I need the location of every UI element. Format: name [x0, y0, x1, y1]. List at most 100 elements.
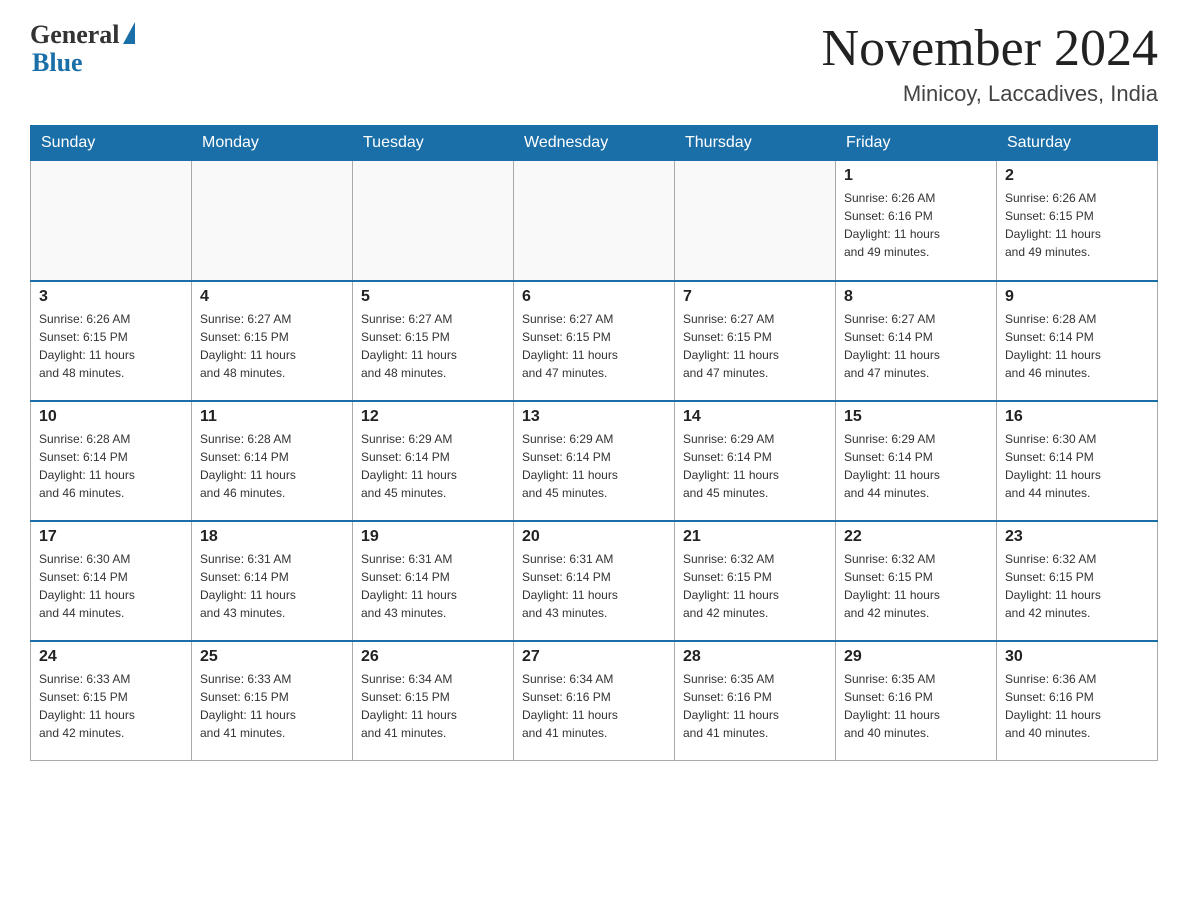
title-area: November 2024 Minicoy, Laccadives, India: [822, 20, 1158, 107]
calendar-week-row: 1 Sunrise: 6:26 AMSunset: 6:16 PMDaylight…: [31, 161, 1158, 281]
table-row: 30Sunrise: 6:36 AMSunset: 6:16 PMDayligh…: [997, 641, 1158, 761]
table-row: 23 Sunrise: 6:32 AMSunset: 6:15 PMDayligh…: [997, 521, 1158, 641]
day-number: 6: [522, 288, 666, 306]
day-number: 18: [200, 528, 344, 546]
day-info: Sunrise: 6:29 AMSunset: 6:14 PMDaylight:…: [844, 430, 988, 502]
table-row: 26 Sunrise: 6:34 AMSunset: 6:15 PMDayligh…: [353, 641, 514, 761]
day-number: 13: [522, 408, 666, 426]
header-monday: Monday: [192, 126, 353, 161]
header-tuesday: Tuesday: [353, 126, 514, 161]
table-row: 6 Sunrise: 6:27 AMSunset: 6:15 PMDaylight…: [514, 281, 675, 401]
day-number: 22: [844, 528, 988, 546]
day-number: 24: [39, 648, 183, 666]
day-info: Sunrise: 6:32 AMSunset: 6:15 PMDaylight:…: [844, 550, 988, 622]
day-number: 10: [39, 408, 183, 426]
day-number: 15: [844, 408, 988, 426]
day-number: 23: [1005, 528, 1149, 546]
table-row: 21Sunrise: 6:32 AMSunset: 6:15 PMDayligh…: [675, 521, 836, 641]
calendar-table: Sunday Monday Tuesday Wednesday Thursday…: [30, 125, 1158, 761]
table-row: [31, 161, 192, 281]
day-number: 2: [1005, 167, 1149, 185]
day-info: Sunrise: 6:29 AMSunset: 6:14 PMDaylight:…: [361, 430, 505, 502]
day-number: 21: [683, 528, 827, 546]
day-number: 9: [1005, 288, 1149, 306]
table-row: 9 Sunrise: 6:28 AMSunset: 6:14 PMDaylight…: [997, 281, 1158, 401]
header-sunday: Sunday: [31, 126, 192, 161]
table-row: 12 Sunrise: 6:29 AMSunset: 6:14 PMDayligh…: [353, 401, 514, 521]
day-info: Sunrise: 6:31 AMSunset: 6:14 PMDaylight:…: [522, 550, 666, 622]
logo-blue-text: Blue: [32, 48, 83, 78]
day-number: 17: [39, 528, 183, 546]
day-info: Sunrise: 6:26 AMSunset: 6:16 PMDaylight:…: [844, 189, 988, 261]
day-number: 4: [200, 288, 344, 306]
day-info: Sunrise: 6:28 AMSunset: 6:14 PMDaylight:…: [39, 430, 183, 502]
day-info: Sunrise: 6:29 AMSunset: 6:14 PMDaylight:…: [522, 430, 666, 502]
table-row: 13 Sunrise: 6:29 AMSunset: 6:14 PMDayligh…: [514, 401, 675, 521]
table-row: 27 Sunrise: 6:34 AMSunset: 6:16 PMDayligh…: [514, 641, 675, 761]
day-info: Sunrise: 6:31 AMSunset: 6:14 PMDaylight:…: [361, 550, 505, 622]
table-row: [353, 161, 514, 281]
page-header: General Blue November 2024 Minicoy, Lacc…: [30, 20, 1158, 107]
day-number: 25: [200, 648, 344, 666]
table-row: 2Sunrise: 6:26 AMSunset: 6:15 PMDaylight…: [997, 161, 1158, 281]
calendar-week-row: 24 Sunrise: 6:33 AMSunset: 6:15 PMDayligh…: [31, 641, 1158, 761]
day-info: Sunrise: 6:34 AMSunset: 6:16 PMDaylight:…: [522, 670, 666, 742]
table-row: 14Sunrise: 6:29 AMSunset: 6:14 PMDayligh…: [675, 401, 836, 521]
table-row: 10 Sunrise: 6:28 AMSunset: 6:14 PMDayligh…: [31, 401, 192, 521]
header-thursday: Thursday: [675, 126, 836, 161]
header-saturday: Saturday: [997, 126, 1158, 161]
day-info: Sunrise: 6:32 AMSunset: 6:15 PMDaylight:…: [1005, 550, 1149, 622]
table-row: 17 Sunrise: 6:30 AMSunset: 6:14 PMDayligh…: [31, 521, 192, 641]
day-number: 26: [361, 648, 505, 666]
table-row: [192, 161, 353, 281]
calendar-week-row: 10 Sunrise: 6:28 AMSunset: 6:14 PMDayligh…: [31, 401, 1158, 521]
day-info: Sunrise: 6:27 AMSunset: 6:14 PMDaylight:…: [844, 310, 988, 382]
day-info: Sunrise: 6:27 AMSunset: 6:15 PMDaylight:…: [522, 310, 666, 382]
location-subtitle: Minicoy, Laccadives, India: [822, 81, 1158, 107]
day-info: Sunrise: 6:35 AMSunset: 6:16 PMDaylight:…: [683, 670, 827, 742]
table-row: 7Sunrise: 6:27 AMSunset: 6:15 PMDaylight…: [675, 281, 836, 401]
table-row: [675, 161, 836, 281]
day-number: 11: [200, 408, 344, 426]
day-info: Sunrise: 6:28 AMSunset: 6:14 PMDaylight:…: [1005, 310, 1149, 382]
header-wednesday: Wednesday: [514, 126, 675, 161]
day-info: Sunrise: 6:34 AMSunset: 6:15 PMDaylight:…: [361, 670, 505, 742]
day-number: 19: [361, 528, 505, 546]
day-info: Sunrise: 6:33 AMSunset: 6:15 PMDaylight:…: [200, 670, 344, 742]
table-row: 3 Sunrise: 6:26 AMSunset: 6:15 PMDaylight…: [31, 281, 192, 401]
day-number: 1: [844, 167, 988, 185]
day-number: 14: [683, 408, 827, 426]
table-row: 22 Sunrise: 6:32 AMSunset: 6:15 PMDayligh…: [836, 521, 997, 641]
table-row: 8 Sunrise: 6:27 AMSunset: 6:14 PMDaylight…: [836, 281, 997, 401]
table-row: 5 Sunrise: 6:27 AMSunset: 6:15 PMDaylight…: [353, 281, 514, 401]
logo: General Blue: [30, 20, 135, 78]
header-friday: Friday: [836, 126, 997, 161]
day-number: 7: [683, 288, 827, 306]
day-info: Sunrise: 6:36 AMSunset: 6:16 PMDaylight:…: [1005, 670, 1149, 742]
day-number: 3: [39, 288, 183, 306]
day-number: 20: [522, 528, 666, 546]
table-row: 1 Sunrise: 6:26 AMSunset: 6:16 PMDaylight…: [836, 161, 997, 281]
day-info: Sunrise: 6:27 AMSunset: 6:15 PMDaylight:…: [200, 310, 344, 382]
day-info: Sunrise: 6:35 AMSunset: 6:16 PMDaylight:…: [844, 670, 988, 742]
day-info: Sunrise: 6:33 AMSunset: 6:15 PMDaylight:…: [39, 670, 183, 742]
calendar-week-row: 3 Sunrise: 6:26 AMSunset: 6:15 PMDaylight…: [31, 281, 1158, 401]
table-row: 20 Sunrise: 6:31 AMSunset: 6:14 PMDayligh…: [514, 521, 675, 641]
table-row: 18 Sunrise: 6:31 AMSunset: 6:14 PMDayligh…: [192, 521, 353, 641]
day-info: Sunrise: 6:31 AMSunset: 6:14 PMDaylight:…: [200, 550, 344, 622]
day-number: 8: [844, 288, 988, 306]
day-info: Sunrise: 6:30 AMSunset: 6:14 PMDaylight:…: [1005, 430, 1149, 502]
day-number: 16: [1005, 408, 1149, 426]
day-number: 29: [844, 648, 988, 666]
day-number: 12: [361, 408, 505, 426]
day-number: 5: [361, 288, 505, 306]
weekday-header-row: Sunday Monday Tuesday Wednesday Thursday…: [31, 126, 1158, 161]
table-row: 25 Sunrise: 6:33 AMSunset: 6:15 PMDayligh…: [192, 641, 353, 761]
day-info: Sunrise: 6:26 AMSunset: 6:15 PMDaylight:…: [39, 310, 183, 382]
day-info: Sunrise: 6:28 AMSunset: 6:14 PMDaylight:…: [200, 430, 344, 502]
calendar-week-row: 17 Sunrise: 6:30 AMSunset: 6:14 PMDayligh…: [31, 521, 1158, 641]
day-info: Sunrise: 6:27 AMSunset: 6:15 PMDaylight:…: [361, 310, 505, 382]
table-row: 11 Sunrise: 6:28 AMSunset: 6:14 PMDayligh…: [192, 401, 353, 521]
day-number: 27: [522, 648, 666, 666]
day-info: Sunrise: 6:30 AMSunset: 6:14 PMDaylight:…: [39, 550, 183, 622]
